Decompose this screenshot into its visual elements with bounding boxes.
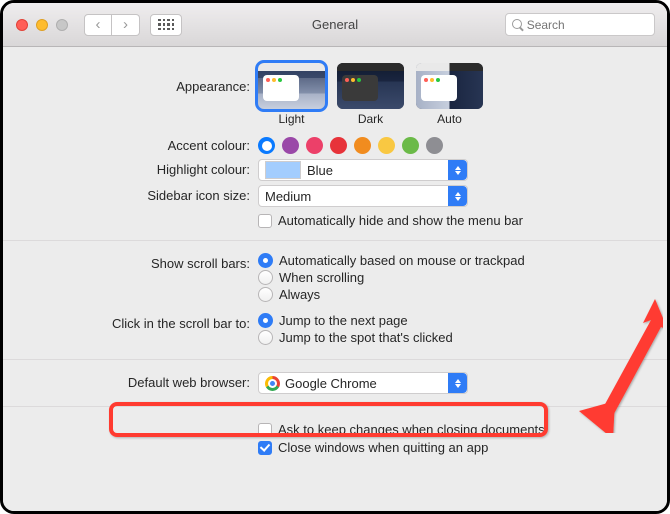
chevron-left-icon: ‹	[96, 16, 101, 33]
scrollbars-option[interactable]: Automatically based on mouse or trackpad	[258, 253, 607, 268]
grid-icon	[158, 19, 174, 31]
search-icon	[512, 19, 523, 31]
titlebar: ‹ › General	[3, 3, 667, 47]
appearance-auto-label: Auto	[437, 112, 462, 126]
clickscroll-label: Click in the scroll bar to:	[3, 313, 258, 331]
appearance-light[interactable]: Light	[258, 63, 325, 126]
window-title: General	[312, 17, 358, 32]
radio-icon	[258, 330, 273, 345]
highlight-colour-select[interactable]: Blue	[258, 159, 468, 181]
close-windows-quit-checkbox[interactable]: Close windows when quitting an app	[258, 440, 607, 455]
accent-swatch[interactable]	[354, 137, 371, 154]
clickscroll-option[interactable]: Jump to the next page	[258, 313, 607, 328]
auto-hide-menubar-checkbox[interactable]: Automatically hide and show the menu bar	[258, 213, 607, 228]
appearance-auto[interactable]: Auto	[416, 63, 483, 126]
traffic-lights	[3, 19, 68, 31]
accent-swatch[interactable]	[426, 137, 443, 154]
radio-icon	[258, 287, 273, 302]
chevron-right-icon: ›	[123, 16, 128, 33]
checkbox-icon	[258, 441, 272, 455]
sidebar-size-select[interactable]: Medium	[258, 185, 468, 207]
appearance-dark[interactable]: Dark	[337, 63, 404, 126]
accent-swatch[interactable]	[306, 137, 323, 154]
zoom-window-button[interactable]	[56, 19, 68, 31]
accent-label: Accent colour:	[3, 135, 258, 153]
default-browser-select[interactable]: Google Chrome	[258, 372, 468, 394]
scrollbars-option-label: When scrolling	[279, 270, 364, 285]
default-browser-value: Google Chrome	[285, 376, 377, 391]
appearance-dark-label: Dark	[358, 112, 383, 126]
accent-swatch[interactable]	[378, 137, 395, 154]
radio-icon	[258, 253, 273, 268]
appearance-label: Appearance:	[3, 63, 258, 94]
browser-label: Default web browser:	[3, 372, 258, 390]
radio-icon	[258, 313, 273, 328]
minimize-window-button[interactable]	[36, 19, 48, 31]
scrollbars-option-label: Always	[279, 287, 320, 302]
scrollbars-option[interactable]: Always	[258, 287, 607, 302]
sidebar-size-label: Sidebar icon size:	[3, 185, 258, 203]
checkbox-icon	[258, 423, 272, 437]
dropdown-arrows-icon	[448, 160, 467, 180]
ask-keep-changes-checkbox[interactable]: Ask to keep changes when closing documen…	[258, 422, 607, 437]
highlight-label: Highlight colour:	[3, 159, 258, 177]
back-button[interactable]: ‹	[84, 14, 112, 36]
ask-keep-changes-label: Ask to keep changes when closing documen…	[278, 422, 545, 437]
sidebar-size-value: Medium	[265, 189, 311, 204]
close-window-button[interactable]	[16, 19, 28, 31]
clickscroll-option[interactable]: Jump to the spot that's clicked	[258, 330, 607, 345]
radio-icon	[258, 270, 273, 285]
accent-swatch[interactable]	[258, 137, 275, 154]
highlight-swatch-icon	[265, 161, 301, 179]
accent-swatches	[258, 135, 607, 154]
scrollbars-option-label: Automatically based on mouse or trackpad	[279, 253, 525, 268]
dropdown-arrows-icon	[448, 186, 467, 206]
search-field[interactable]	[505, 13, 655, 36]
appearance-light-label: Light	[278, 112, 304, 126]
scrollbars-label: Show scroll bars:	[3, 253, 258, 271]
highlight-value: Blue	[307, 163, 333, 178]
divider	[3, 359, 667, 360]
dropdown-arrows-icon	[448, 373, 467, 393]
forward-button[interactable]: ›	[112, 14, 140, 36]
accent-swatch[interactable]	[330, 137, 347, 154]
accent-swatch[interactable]	[282, 137, 299, 154]
auto-hide-menubar-label: Automatically hide and show the menu bar	[278, 213, 523, 228]
clickscroll-option-label: Jump to the next page	[279, 313, 408, 328]
show-all-button[interactable]	[150, 14, 182, 36]
divider	[3, 406, 667, 407]
clickscroll-option-label: Jump to the spot that's clicked	[279, 330, 453, 345]
chrome-icon	[265, 376, 280, 391]
search-input[interactable]	[527, 18, 648, 32]
accent-swatch[interactable]	[402, 137, 419, 154]
scrollbars-option[interactable]: When scrolling	[258, 270, 607, 285]
checkbox-icon	[258, 214, 272, 228]
divider	[3, 240, 667, 241]
close-windows-quit-label: Close windows when quitting an app	[278, 440, 488, 455]
